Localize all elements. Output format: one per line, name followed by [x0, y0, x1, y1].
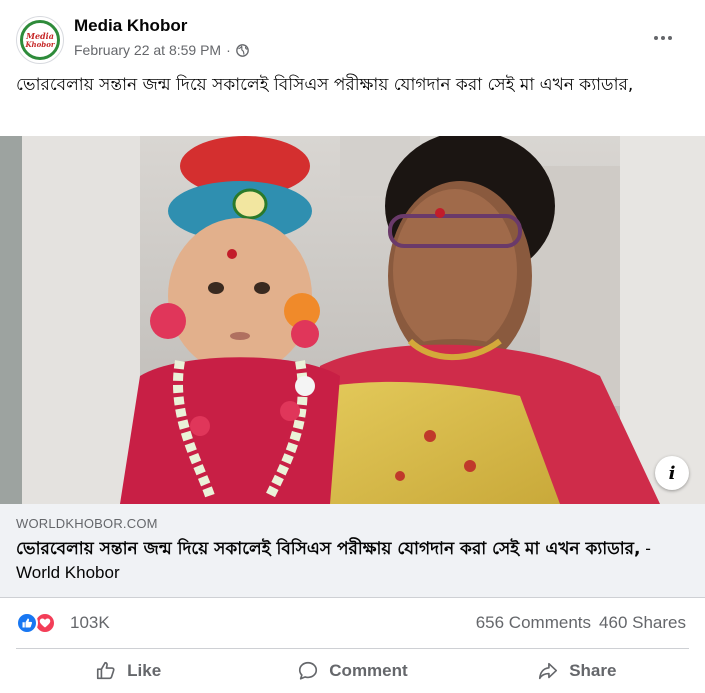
- page-logo: Media Khobor: [20, 20, 60, 60]
- globe-icon[interactable]: [235, 43, 249, 57]
- like-button[interactable]: Like: [16, 649, 240, 693]
- mother-and-child-photo: [0, 136, 705, 504]
- post-timestamp[interactable]: February 22 at 8:59 PM: [74, 42, 221, 58]
- like-reaction-icon: [16, 612, 38, 634]
- reaction-count[interactable]: 103K: [70, 613, 110, 633]
- post-header: Media Khobor Media Khobor February 22 at…: [0, 0, 705, 68]
- link-preview-card[interactable]: WORLDKHOBOR.COM ভোরবেলায় সন্তান জন্ম দি…: [0, 504, 705, 598]
- comments-count[interactable]: 656 Comments: [476, 613, 591, 633]
- comment-button[interactable]: Comment: [240, 649, 464, 693]
- post-message: ভোরবেলায় সন্তান জন্ম দিয়ে সকালেই বিসিএ…: [16, 75, 634, 95]
- share-label: Share: [569, 661, 617, 680]
- logo-text-line2: Khobor: [25, 39, 55, 49]
- reactions-summary[interactable]: [16, 611, 66, 635]
- info-icon[interactable]: i: [655, 456, 689, 490]
- thumbs-up-icon: [97, 661, 115, 680]
- link-title-text: ভোরবেলায় সন্তান জন্ম দিয়ে সকালেই বিসিএ…: [16, 539, 641, 559]
- comment-icon: [299, 661, 318, 680]
- link-domain: WORLDKHOBOR.COM: [16, 516, 158, 531]
- link-preview-image[interactable]: i: [0, 136, 705, 504]
- link-title[interactable]: ভোরবেলায় সন্তান জন্ম দিয়ে সকালেই বিসিএ…: [16, 537, 656, 585]
- share-button[interactable]: Share: [465, 649, 689, 693]
- page-name-link[interactable]: Media Khobor: [74, 16, 187, 36]
- comment-label: Comment: [329, 661, 408, 680]
- more-options-icon[interactable]: [651, 26, 675, 50]
- shares-count[interactable]: 460 Shares: [599, 613, 686, 633]
- post-meta: February 22 at 8:59 PM ·: [74, 42, 249, 58]
- like-label: Like: [127, 661, 162, 680]
- engagement-bar: 103K 656 Comments 460 Shares: [0, 600, 705, 646]
- share-arrow-icon: [539, 662, 558, 680]
- page-avatar[interactable]: Media Khobor: [16, 16, 64, 64]
- meta-separator: ·: [226, 42, 231, 58]
- post-actions: Like Comment Share: [16, 648, 689, 693]
